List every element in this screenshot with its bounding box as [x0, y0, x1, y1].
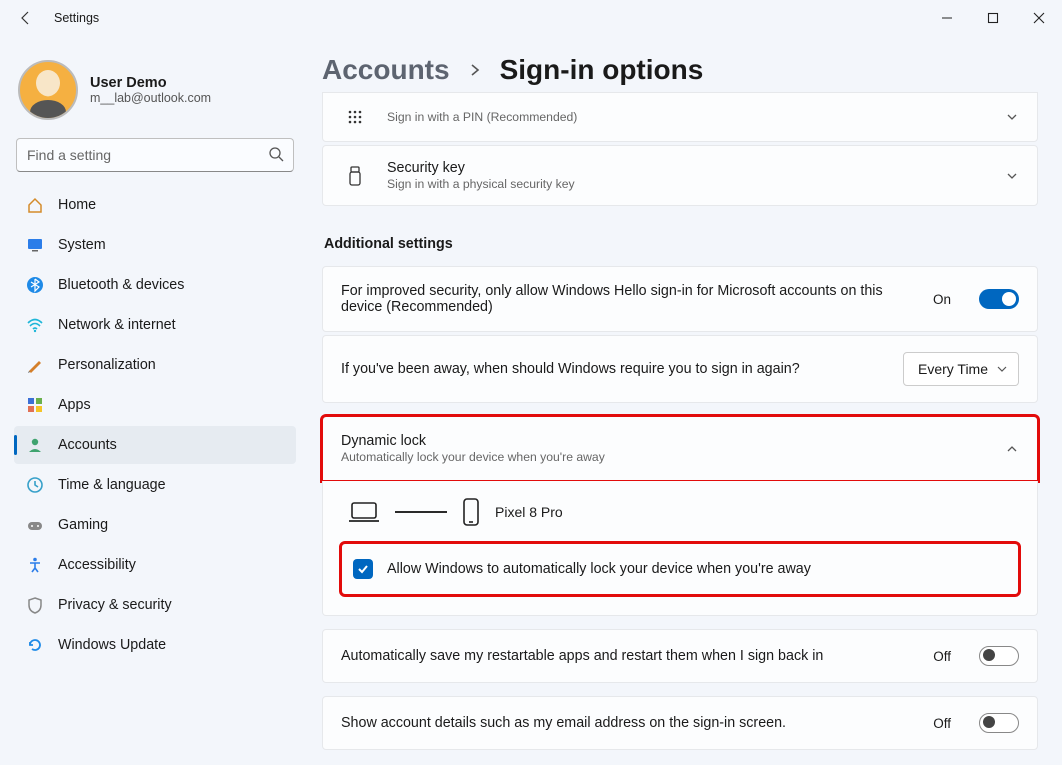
breadcrumb-parent[interactable]: Accounts: [322, 54, 450, 86]
main-content: Accounts Sign-in options Sign in with a …: [310, 36, 1062, 765]
nav-label: Bluetooth & devices: [58, 277, 184, 293]
window-controls: [924, 0, 1062, 36]
nav-label: Personalization: [58, 357, 156, 373]
minimize-button[interactable]: [924, 0, 970, 36]
accessibility-icon: [26, 556, 44, 574]
paired-device-row: Pixel 8 Pro: [341, 491, 1019, 543]
close-button[interactable]: [1016, 0, 1062, 36]
back-button[interactable]: [8, 0, 44, 36]
dynamic-lock-checkbox[interactable]: [353, 559, 373, 579]
nav-label: Network & internet: [58, 317, 176, 333]
time-icon: [26, 476, 44, 494]
chevron-down-icon: [996, 363, 1008, 375]
nav-label: Privacy & security: [58, 597, 172, 613]
search-icon: [268, 146, 284, 162]
breadcrumb-current: Sign-in options: [500, 54, 704, 86]
panel-subtitle: Sign in with a physical security key: [387, 177, 987, 191]
security-key-icon: [341, 165, 369, 187]
nav-label: Home: [58, 197, 96, 213]
nav-accessibility[interactable]: Accessibility: [14, 546, 296, 584]
breadcrumb: Accounts Sign-in options: [322, 54, 1038, 86]
privacy-icon: [26, 596, 44, 614]
signin-pin-panel[interactable]: Sign in with a PIN (Recommended): [322, 92, 1038, 142]
maximize-button[interactable]: [970, 0, 1016, 36]
nav-network[interactable]: Network & internet: [14, 306, 296, 344]
nav-privacy[interactable]: Privacy & security: [14, 586, 296, 624]
update-icon: [26, 636, 44, 654]
nav-apps[interactable]: Apps: [14, 386, 296, 424]
profile-email: m__lab@outlook.com: [90, 91, 211, 105]
system-icon: [26, 236, 44, 254]
nav-home[interactable]: Home: [14, 186, 296, 224]
chevron-down-icon: [1005, 169, 1019, 183]
avatar: [18, 60, 78, 120]
show-email-toggle[interactable]: [979, 713, 1019, 733]
signin-securitykey-panel[interactable]: Security key Sign in with a physical sec…: [322, 145, 1038, 206]
chevron-right-icon: [468, 63, 482, 77]
profile-name: User Demo: [90, 75, 211, 91]
nav-label: Windows Update: [58, 637, 166, 653]
restart-apps-toggle[interactable]: [979, 646, 1019, 666]
network-icon: [26, 316, 44, 334]
nav-label: Time & language: [58, 477, 166, 493]
checkbox-label: Allow Windows to automatically lock your…: [387, 561, 811, 577]
nav-label: System: [58, 237, 106, 253]
sidebar: User Demo m__lab@outlook.com Home System…: [0, 36, 310, 765]
nav-system[interactable]: System: [14, 226, 296, 264]
search-input[interactable]: [16, 138, 294, 172]
phone-icon: [461, 497, 481, 527]
paired-device-name: Pixel 8 Pro: [495, 504, 563, 520]
nav-gaming[interactable]: Gaming: [14, 506, 296, 544]
apps-icon: [26, 396, 44, 414]
pin-icon: [341, 107, 369, 127]
dynamic-lock-title: Dynamic lock: [341, 433, 987, 449]
nav-list: Home System Bluetooth & devices Network …: [14, 186, 296, 664]
nav-update[interactable]: Windows Update: [14, 626, 296, 664]
titlebar: Settings: [0, 0, 1062, 36]
select-value: Every Time: [918, 361, 988, 377]
dynamic-lock-expander[interactable]: Dynamic lock Automatically lock your dev…: [322, 416, 1038, 481]
toggle-state-label: Off: [933, 716, 951, 731]
nav-bluetooth[interactable]: Bluetooth & devices: [14, 266, 296, 304]
window-title: Settings: [54, 11, 99, 25]
restart-apps-row: Automatically save my restartable apps a…: [322, 629, 1038, 683]
panel-title: Security key: [387, 160, 987, 176]
row-text: For improved security, only allow Window…: [341, 283, 915, 315]
nav-time[interactable]: Time & language: [14, 466, 296, 504]
show-email-row: Show account details such as my email ad…: [322, 696, 1038, 750]
accounts-icon: [26, 436, 44, 454]
chevron-up-icon: [1005, 442, 1019, 456]
nav-label: Accounts: [58, 437, 117, 453]
dynamic-lock-body: Pixel 8 Pro Allow Windows to automatical…: [322, 481, 1038, 616]
profile-block[interactable]: User Demo m__lab@outlook.com: [14, 54, 296, 138]
away-require-select[interactable]: Every Time: [903, 352, 1019, 386]
search-wrap: [16, 138, 294, 172]
dynamic-lock-checkbox-row[interactable]: Allow Windows to automatically lock your…: [341, 543, 1019, 595]
bluetooth-icon: [26, 276, 44, 294]
personalization-icon: [26, 356, 44, 374]
row-text: If you've been away, when should Windows…: [341, 361, 885, 377]
connection-line: [395, 511, 447, 513]
toggle-state-label: On: [933, 292, 951, 307]
nav-label: Apps: [58, 397, 91, 413]
hello-only-toggle[interactable]: [979, 289, 1019, 309]
away-require-row: If you've been away, when should Windows…: [322, 335, 1038, 403]
dynamic-lock-subtitle: Automatically lock your device when you'…: [341, 450, 987, 464]
laptop-icon: [347, 500, 381, 524]
nav-label: Gaming: [58, 517, 108, 533]
nav-label: Accessibility: [58, 557, 136, 573]
panel-subtitle: Sign in with a PIN (Recommended): [387, 110, 987, 124]
check-icon: [356, 562, 370, 576]
nav-accounts[interactable]: Accounts: [14, 426, 296, 464]
hello-only-row: For improved security, only allow Window…: [322, 266, 1038, 332]
chevron-down-icon: [1005, 110, 1019, 124]
home-icon: [26, 196, 44, 214]
additional-settings-heading: Additional settings: [324, 236, 1038, 252]
row-text: Automatically save my restartable apps a…: [341, 648, 915, 664]
gaming-icon: [26, 516, 44, 534]
toggle-state-label: Off: [933, 649, 951, 664]
nav-personalization[interactable]: Personalization: [14, 346, 296, 384]
row-text: Show account details such as my email ad…: [341, 715, 915, 731]
